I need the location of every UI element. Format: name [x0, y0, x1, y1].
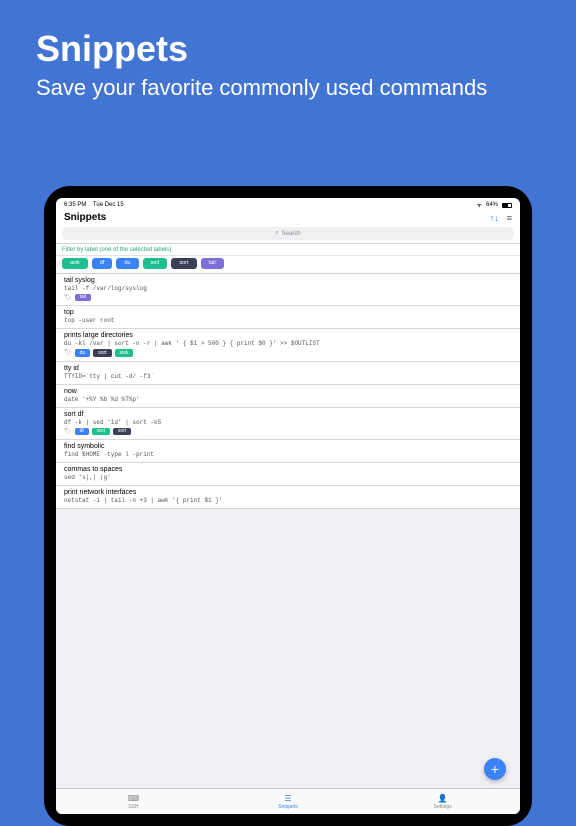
- snippet-tags: 🏷dfsedsort: [64, 428, 512, 436]
- list-item[interactable]: find symbolicfind $HOME -type l -print: [56, 440, 520, 463]
- filter-chip-df[interactable]: df: [92, 258, 113, 269]
- snippet-command: tail -f /var/log/syslog: [64, 285, 512, 292]
- filter-chip-awk[interactable]: awk: [62, 258, 88, 269]
- tab-bar: ⌨SSH☰Snippets👤Settings: [56, 788, 520, 814]
- list-item[interactable]: commas to spacessed 's|,| |g': [56, 463, 520, 486]
- snippet-title: find symbolic: [64, 443, 512, 450]
- list-item[interactable]: toptop -user root: [56, 306, 520, 329]
- list-item[interactable]: sort dfdf -k | sed '1d' | sort -k5🏷dfsed…: [56, 408, 520, 441]
- filter-chip-du[interactable]: du: [116, 258, 138, 269]
- snippet-title: prints large directories: [64, 332, 512, 339]
- tag-sort: sort: [113, 428, 131, 436]
- tab-settings[interactable]: 👤Settings: [365, 789, 520, 814]
- tag-sort: sort: [93, 349, 111, 357]
- snippet-title: now: [64, 388, 512, 395]
- settings-icon: 👤: [438, 794, 448, 803]
- tag-sed: sed: [92, 428, 110, 436]
- status-time: 6:35 PM: [64, 202, 86, 208]
- status-bar: 6:35 PM Tue Dec 15 ᯤ 64%: [56, 198, 520, 210]
- tag-awk: awk: [115, 349, 134, 357]
- list-item[interactable]: nowdate '+%Y %b %d %T%p': [56, 385, 520, 408]
- search-placeholder: Search: [282, 231, 301, 237]
- app-screen: 6:35 PM Tue Dec 15 ᯤ 64% Snippets ↑↓ ≡ ⌕…: [56, 198, 520, 814]
- tag-icon: 🏷: [64, 428, 72, 435]
- tab-ssh[interactable]: ⌨SSH: [56, 789, 211, 814]
- snippet-title: print network interfaces: [64, 489, 512, 496]
- ssh-icon: ⌨: [128, 794, 140, 803]
- snippet-command: TTYID=`tty | cut -d/ -f3`: [64, 373, 512, 380]
- snippet-title: tty id: [64, 365, 512, 372]
- tag-icon: 🏷: [64, 294, 72, 301]
- snippet-title: top: [64, 309, 512, 316]
- list-item[interactable]: prints large directoriesdu -kl /var | so…: [56, 329, 520, 362]
- battery-pct: 64%: [486, 202, 498, 208]
- sort-icon[interactable]: ↑↓: [490, 213, 499, 223]
- page-title: Snippets: [64, 212, 106, 223]
- list-item[interactable]: tty idTTYID=`tty | cut -d/ -f3`: [56, 362, 520, 385]
- snippet-command: date '+%Y %b %d %T%p': [64, 396, 512, 403]
- snippet-command: df -k | sed '1d' | sort -k5: [64, 419, 512, 426]
- tag-tail: tail: [75, 294, 91, 302]
- menu-icon[interactable]: ≡: [507, 213, 512, 223]
- status-date: Tue Dec 15: [93, 202, 124, 208]
- snippets-icon: ☰: [284, 794, 291, 803]
- filter-chip-sort[interactable]: sort: [171, 258, 196, 269]
- wifi-icon: ᯤ: [477, 201, 482, 209]
- tab-snippets[interactable]: ☰Snippets: [211, 789, 366, 814]
- hero-title: Snippets: [36, 28, 540, 70]
- tag-df: df: [75, 428, 89, 436]
- snippet-title: sort df: [64, 411, 512, 418]
- tag-du: du: [75, 349, 91, 357]
- hero-subtitle: Save your favorite commonly used command…: [36, 74, 540, 103]
- snippet-tags: 🏷dusortawk: [64, 349, 512, 357]
- snippet-title: commas to spaces: [64, 466, 512, 473]
- list-item[interactable]: tail syslogtail -f /var/log/syslog 🏷tail: [56, 274, 520, 307]
- list-item[interactable]: print network interfacesnetstat -i | tai…: [56, 486, 520, 509]
- filter-chip-tail[interactable]: tail: [201, 258, 224, 269]
- snippet-title: tail syslog: [64, 277, 512, 284]
- tablet-frame: 6:35 PM Tue Dec 15 ᯤ 64% Snippets ↑↓ ≡ ⌕…: [44, 186, 532, 826]
- tab-label: Settings: [434, 804, 452, 810]
- tab-label: Snippets: [278, 804, 297, 810]
- filter-chips: awkdfdusedsort tail: [56, 256, 520, 274]
- snippet-list: tail syslogtail -f /var/log/syslog🏷tailt…: [56, 274, 520, 789]
- snippet-command: top -user root: [64, 317, 512, 324]
- filter-chip-sed[interactable]: sed: [143, 258, 168, 269]
- snippet-command: sed 's|,| |g': [64, 474, 512, 481]
- search-icon: ⌕: [275, 230, 278, 237]
- battery-icon: [502, 203, 512, 208]
- snippet-command: find $HOME -type l -print: [64, 451, 512, 458]
- add-button[interactable]: +: [484, 758, 506, 780]
- snippet-command: netstat -i | tail -n +3 | awk '{ print $…: [64, 497, 512, 504]
- filter-header: Filter by label (one of the selected lab…: [56, 243, 520, 256]
- search-input[interactable]: ⌕ Search: [62, 227, 514, 240]
- snippet-command: du -kl /var | sort -n -r | awk ' { $1 > …: [64, 340, 512, 347]
- tab-label: SSH: [128, 804, 138, 810]
- tag-icon: 🏷: [64, 349, 72, 356]
- snippet-tags: 🏷tail: [64, 294, 512, 302]
- navbar: Snippets ↑↓ ≡: [56, 210, 520, 227]
